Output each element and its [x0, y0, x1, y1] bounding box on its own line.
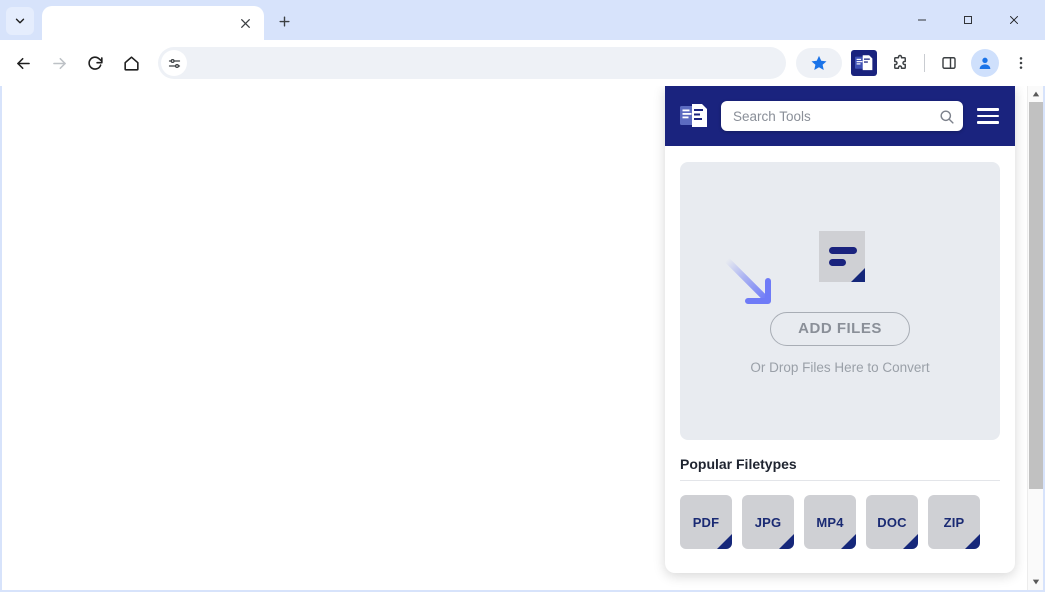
filetype-card-mp4[interactable]: MP4 [804, 495, 856, 549]
down-right-arrow-icon [724, 257, 771, 304]
filetype-label: ZIP [943, 514, 965, 530]
forward-arrow-icon [52, 57, 66, 69]
plus-icon [278, 15, 290, 27]
star-filled-icon [811, 55, 827, 70]
browser-toolbar [0, 40, 1045, 86]
profile-button[interactable] [971, 49, 999, 77]
search-tools-box[interactable] [721, 101, 963, 131]
tune-sliders-icon [168, 58, 180, 68]
window-maximize-button[interactable] [945, 0, 991, 40]
triangle-down-icon [1032, 579, 1039, 585]
forward-button[interactable] [42, 46, 76, 80]
reload-button[interactable] [78, 46, 112, 80]
tab-close-button[interactable] [234, 12, 256, 34]
panel-body: ADD FILES Or Drop Files Here to Convert … [665, 146, 1015, 573]
home-icon [123, 55, 139, 71]
popular-filetypes-title: Popular Filetypes [680, 456, 797, 472]
filetype-card-jpg[interactable]: JPG [742, 495, 794, 549]
browser-tab[interactable] [42, 6, 264, 40]
folded-corner-icon [965, 534, 980, 549]
triangle-up-icon [1032, 91, 1039, 97]
back-arrow-icon [16, 57, 30, 69]
search-input[interactable] [733, 108, 938, 124]
scrollbar-down-button[interactable] [1028, 574, 1044, 590]
window-minimize-button[interactable] [899, 0, 945, 40]
file-converter-logo-icon [680, 104, 707, 127]
hamburger-bar [977, 121, 999, 124]
page-viewport: ADD FILES Or Drop Files Here to Convert … [0, 86, 1045, 592]
popular-filetypes-row: PDF JPG MP4 DOC ZIP [680, 495, 1000, 549]
section-divider [680, 480, 1000, 481]
side-panel-button[interactable] [933, 47, 965, 79]
folded-corner-icon [717, 534, 732, 549]
tab-strip [0, 0, 1045, 40]
close-icon [240, 18, 250, 28]
filetype-card-doc[interactable]: DOC [866, 495, 918, 549]
page-scrollbar[interactable] [1027, 86, 1043, 590]
window-controls [899, 0, 1037, 40]
browser-window: ADD FILES Or Drop Files Here to Convert … [0, 0, 1045, 592]
filetype-label: PDF [692, 514, 720, 530]
panel-header [665, 86, 1015, 146]
filetype-card-zip[interactable]: ZIP [928, 495, 980, 549]
drop-files-hint: Or Drop Files Here to Convert [750, 359, 930, 375]
file-converter-logo-icon [855, 55, 873, 71]
side-panel-icon [942, 57, 956, 69]
three-dot-menu-icon [1019, 57, 1023, 69]
scrollbar-thumb[interactable] [1028, 102, 1043, 490]
extensions-button[interactable] [884, 47, 916, 79]
hamburger-bar [977, 114, 999, 118]
folded-corner-icon [903, 534, 918, 549]
scrollbar-track[interactable] [1028, 102, 1044, 574]
filetype-label: MP4 [816, 514, 844, 530]
magnifier-icon[interactable] [938, 108, 955, 125]
puzzle-piece-icon [894, 54, 906, 69]
home-button[interactable] [114, 46, 148, 80]
panel-logo [679, 102, 709, 130]
back-button[interactable] [6, 46, 40, 80]
tab-search-button[interactable] [6, 7, 34, 35]
maximize-icon [964, 16, 972, 24]
hamburger-bar [977, 108, 999, 111]
bookmark-button[interactable] [796, 48, 842, 78]
filetype-label: JPG [754, 514, 782, 530]
add-files-button[interactable]: ADD FILES [770, 311, 910, 346]
panel-menu-button[interactable] [975, 103, 1001, 129]
chevron-down-icon [15, 18, 25, 24]
document-file-icon [819, 230, 865, 282]
reload-icon [87, 55, 103, 70]
folded-corner-icon [841, 534, 856, 549]
file-dropzone[interactable]: ADD FILES Or Drop Files Here to Convert [680, 162, 1000, 440]
site-settings-button[interactable] [161, 50, 187, 76]
filetype-label: DOC [877, 514, 907, 530]
extension-popup-panel: ADD FILES Or Drop Files Here to Convert … [665, 86, 1015, 573]
browser-menu-button[interactable] [1005, 47, 1037, 79]
new-tab-button[interactable] [270, 7, 298, 35]
window-close-button[interactable] [991, 0, 1037, 40]
minimize-icon [918, 19, 926, 21]
extension-app-button[interactable] [851, 50, 877, 76]
address-bar[interactable] [158, 47, 786, 79]
scrollbar-up-button[interactable] [1028, 86, 1044, 102]
filetype-card-pdf[interactable]: PDF [680, 495, 732, 549]
folded-corner-icon [779, 534, 794, 549]
toolbar-divider [924, 54, 925, 72]
close-icon [1010, 16, 1018, 24]
profile-avatar-icon [979, 57, 991, 69]
